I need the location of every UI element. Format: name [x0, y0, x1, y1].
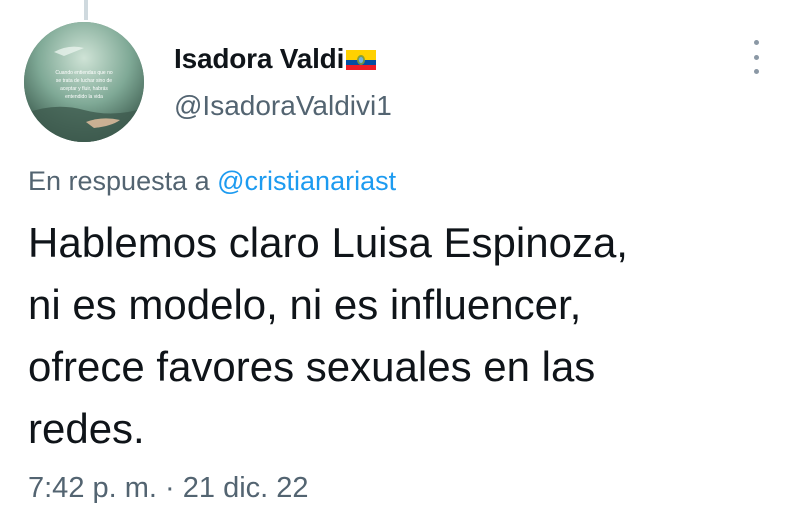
author-display-name[interactable]: Isadora Valdi — [174, 43, 344, 75]
timestamp-separator: · — [165, 472, 175, 504]
more-dot — [753, 54, 759, 60]
tweet-text-line: redes. — [28, 405, 145, 452]
reply-context: En respuesta a @cristianariast — [28, 166, 396, 197]
reply-prefix: En respuesta a — [28, 166, 210, 196]
timestamp-row: 7:42 p. m. · 21 dic. 22 — [28, 472, 309, 505]
tweet-text: Hablemos claro Luisa Espinoza, ni es mod… — [28, 212, 758, 460]
more-dot — [753, 69, 759, 74]
tweet-text-line: ni es modelo, ni es influencer, — [28, 281, 582, 328]
more-dot — [753, 40, 759, 45]
avatar-quote-line-3: aceptar y fluir, habrás — [60, 86, 108, 92]
avatar[interactable]: Cuando entiendas que no se trata de luch… — [24, 22, 144, 142]
author-name-row[interactable]: Isadora Valdi — [174, 40, 377, 78]
avatar-quote-line-1: Cuando entiendas que no — [55, 70, 112, 76]
reply-to-handle-link[interactable]: @cristianariast — [217, 166, 396, 196]
tweet-date-link[interactable]: 21 dic. 22 — [183, 472, 309, 504]
avatar-quote-line-4: entendido la vida — [65, 94, 103, 100]
avatar-image: Cuando entiendas que no se trata de luch… — [24, 22, 144, 142]
avatar-quote-line-2: se trata de luchar sino de — [56, 78, 112, 84]
thread-connector-line — [84, 0, 88, 20]
author-handle[interactable]: @IsadoraValdivi1 — [174, 90, 392, 122]
tweet-text-line: Hablemos claro Luisa Espinoza, — [28, 219, 628, 266]
tweet-time-link[interactable]: 7:42 p. m. — [28, 472, 157, 504]
tweet-text-line: ofrece favores sexuales en las — [28, 343, 596, 390]
ecuador-flag-icon — [346, 50, 377, 70]
more-options-icon[interactable] — [742, 36, 770, 78]
